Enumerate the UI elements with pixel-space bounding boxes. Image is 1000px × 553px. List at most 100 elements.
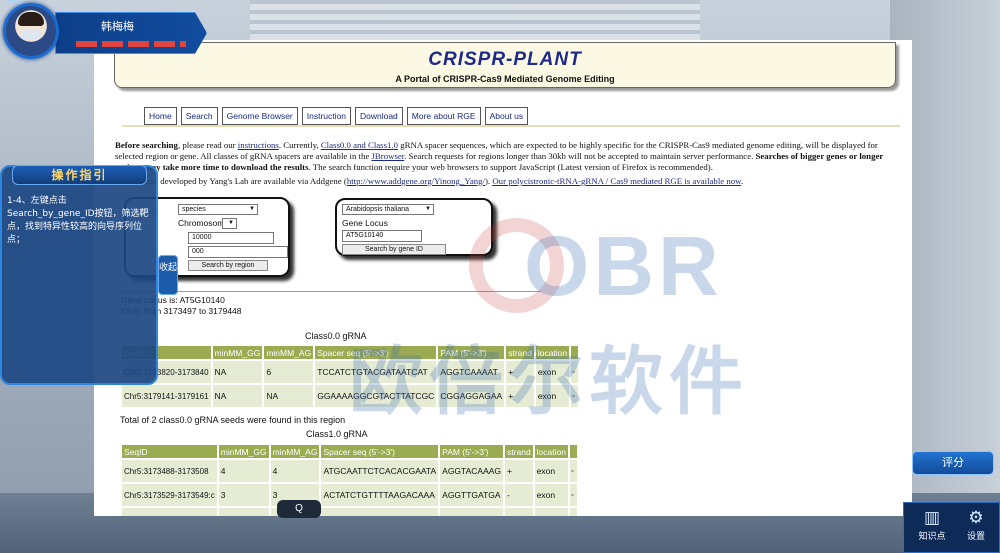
addgene-link[interactable]: http://www.addgene.org/Yinong_Yang/ bbox=[347, 176, 485, 186]
search-hint-key[interactable]: Q bbox=[277, 500, 321, 518]
table-row: Chr5:3179141-3179161 NA NA GGAAAAGGCGTAC… bbox=[122, 385, 579, 407]
chevron-down-icon: ▼ bbox=[425, 206, 431, 212]
cell-seqid: Chr5:3173529-3173549:c bbox=[122, 484, 217, 506]
gene-species-select[interactable]: Arabidopsis thaliana ▼ bbox=[342, 204, 434, 215]
intro-text: Before searching, please read our instru… bbox=[115, 140, 895, 187]
nav-genome-browser[interactable]: Genome Browser bbox=[221, 107, 298, 125]
class00-table: SeqID minMM_GG minMM_AG Spacer seq (5'->… bbox=[120, 344, 580, 409]
cell-location: exon bbox=[535, 385, 570, 407]
table-header-row: SeqID minMM_GG minMM_AG Spacer seq (5'->… bbox=[122, 346, 579, 359]
search-by-gene-id-button[interactable]: Search by gene ID bbox=[342, 244, 446, 255]
chevron-down-icon: ▼ bbox=[228, 220, 234, 226]
cell-minmm-gg: NA bbox=[212, 385, 263, 407]
nav-download[interactable]: Download bbox=[354, 107, 403, 125]
toolbar: ▥ 知识点 ⚙ 设置 bbox=[903, 502, 1000, 553]
col-minmm-gg: minMM_GG bbox=[218, 445, 269, 458]
cell-seqid: Chr5:3179141-3179161 bbox=[122, 385, 211, 407]
cell-pam: AGGTACAAAG bbox=[440, 460, 504, 482]
cell-minmm-ag: NA bbox=[264, 385, 314, 407]
region-species-select[interactable]: species ▼ bbox=[178, 204, 258, 215]
cell-spacer: GGAAAAGGCGTACTTATCGC bbox=[315, 385, 437, 407]
score-button[interactable]: 评分 bbox=[912, 451, 994, 475]
region-start-input[interactable]: 10000 bbox=[188, 232, 274, 244]
table-row: Chr5:3173488-3173508 4 4 ATGCAATTCTCACAC… bbox=[122, 460, 577, 482]
site-banner: CRISPR-PLANT A Portal of CRISPR-Cas9 Med… bbox=[114, 42, 896, 88]
guide-text: 1-4、左键点击Search_by_gene_ID按钮，筛选靶点，找到特异性较高… bbox=[7, 196, 149, 245]
cell-seqid: Chr5:3173633- bbox=[122, 508, 217, 516]
avatar-hair bbox=[18, 12, 44, 26]
nav-about-us[interactable]: About us bbox=[484, 107, 529, 125]
user-badge: 韩梅梅 ROLE bbox=[0, 0, 212, 62]
chromosome-select[interactable]: ▼ bbox=[222, 218, 237, 229]
col-spacer: Spacer seq (5'->3') bbox=[315, 346, 437, 359]
watermark-latin: OBR bbox=[524, 219, 723, 313]
cell-minmm-gg: 4 bbox=[218, 460, 269, 482]
nav-search[interactable]: Search bbox=[180, 107, 218, 125]
guide-title: 操作指引 bbox=[12, 165, 147, 185]
gene-locus-input[interactable]: AT5G10140 bbox=[342, 230, 422, 242]
polycistronic-link[interactable]: Our polycistronic-tRNA-gRNA / Cas9 media… bbox=[492, 176, 741, 186]
row-checkbox[interactable]: ▫ bbox=[571, 385, 579, 407]
site-nav: Home Search Genome Browser Instruction D… bbox=[144, 107, 529, 125]
knowledge-label: 知识点 bbox=[918, 532, 946, 542]
cell-spacer bbox=[321, 508, 439, 516]
site-title: CRISPR-PLANT bbox=[428, 49, 582, 70]
row-checkbox[interactable] bbox=[569, 508, 577, 516]
search-by-region-button[interactable]: Search by region bbox=[188, 260, 268, 271]
col-select bbox=[571, 346, 579, 359]
cell-pam: AGGTCAAAAT bbox=[438, 361, 505, 383]
col-select bbox=[569, 445, 577, 458]
avatar[interactable] bbox=[3, 3, 59, 59]
class-link[interactable]: Class0.0 and Class1.0 bbox=[321, 140, 398, 150]
guide-collapse-button[interactable]: 收起 bbox=[158, 255, 178, 295]
cell-strand: - bbox=[505, 484, 533, 506]
region-end-input[interactable]: 000 bbox=[188, 246, 288, 258]
row-checkbox[interactable]: ▫ bbox=[569, 460, 577, 482]
knowledge-button[interactable]: ▥ 知识点 bbox=[912, 507, 952, 542]
cell-strand: + bbox=[505, 460, 533, 482]
col-location: location bbox=[534, 445, 568, 458]
results-divider bbox=[121, 291, 541, 292]
site-subtitle: A Portal of CRISPR-Cas9 Mediated Genome … bbox=[395, 74, 615, 84]
crispr-plant-webpage: CRISPR-PLANT A Portal of CRISPR-Cas9 Med… bbox=[94, 40, 912, 516]
cell-location: exon bbox=[534, 460, 568, 482]
settings-button[interactable]: ⚙ 设置 bbox=[956, 507, 996, 542]
gear-icon: ⚙ bbox=[968, 508, 984, 528]
row-checkbox[interactable]: ▫ bbox=[569, 484, 577, 506]
nav-instruction[interactable]: Instruction bbox=[301, 107, 351, 125]
user-namebar: 韩梅梅 bbox=[55, 12, 207, 54]
col-seqid: SeqID bbox=[122, 445, 217, 458]
nav-home[interactable]: Home bbox=[144, 107, 177, 125]
table-row: Chr5:3173820-3173840 NA 6 TCCATCTGTACGAT… bbox=[122, 361, 579, 383]
cell-spacer: TCCATCTGTACGATAATCAT bbox=[315, 361, 437, 383]
instructions-link[interactable]: instructions bbox=[238, 140, 279, 150]
search-by-gene-form: Arabidopsis thaliana ▼ Gene Locus AT5G101… bbox=[335, 198, 493, 256]
cell-spacer: ATGCAATTCTCACACGAATA bbox=[321, 460, 439, 482]
gene-locus-label: Gene Locus bbox=[342, 218, 388, 228]
col-strand: strand bbox=[505, 445, 533, 458]
cell-location bbox=[534, 508, 568, 516]
lab-shelf bbox=[250, 0, 700, 40]
cell-pam bbox=[440, 508, 504, 516]
col-pam: PAM (5'->3') bbox=[440, 445, 504, 458]
nav-more-about-rge[interactable]: More about RGE bbox=[406, 107, 481, 125]
intro-text-1: , please read our bbox=[177, 140, 238, 150]
cell-minmm-gg bbox=[218, 508, 269, 516]
col-spacer: Spacer seq (5'->3') bbox=[321, 445, 439, 458]
col-minmm-ag: minMM_AG bbox=[270, 445, 320, 458]
intro-text-2: . Currently, bbox=[278, 140, 321, 150]
cell-minmm-gg: NA bbox=[212, 361, 263, 383]
col-minmm-ag: minMM_AG bbox=[264, 346, 314, 359]
cell-location: exon bbox=[534, 484, 568, 506]
col-pam: PAM (5'->3') bbox=[438, 346, 505, 359]
cell-strand: + bbox=[506, 361, 534, 383]
class10-caption: Class1.0 gRNA bbox=[306, 429, 368, 439]
table-row: Chr5:3173529-3173549:c 3 3 ACTATCTGTTTTA… bbox=[122, 484, 577, 506]
row-checkbox[interactable]: ▫ bbox=[571, 361, 579, 383]
cell-spacer: ACTATCTGTTTTAAGACAAA bbox=[321, 484, 439, 506]
cell-strand: + bbox=[506, 385, 534, 407]
jbrowser-link[interactable]: JBrowser bbox=[371, 151, 404, 161]
user-role-tag: ROLE bbox=[8, 0, 22, 6]
col-strand: strand bbox=[506, 346, 534, 359]
cell-location: exon bbox=[535, 361, 570, 383]
